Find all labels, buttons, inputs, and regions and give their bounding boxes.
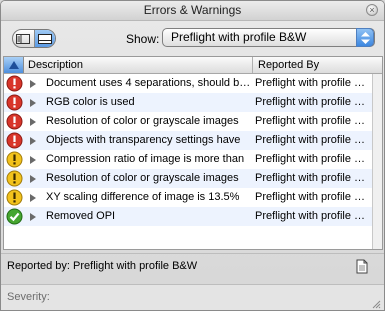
close-button[interactable]: × [366, 4, 378, 16]
row-reported-by: Preflight with profile B&W [255, 191, 372, 203]
disclosure-triangle-icon[interactable] [30, 80, 36, 88]
row-reported-by: Preflight with profile B&W [255, 77, 372, 89]
row-reported-by: Preflight with profile B&W [255, 210, 372, 222]
disclosure-triangle-icon[interactable] [30, 213, 36, 221]
view-mode-segmented-control [12, 29, 56, 48]
error-icon [6, 94, 23, 111]
severity-label: Severity: [7, 291, 50, 303]
disclosure-triangle-icon[interactable] [30, 175, 36, 183]
reported-by-text: Reported by: Preflight with profile B&W [7, 260, 198, 272]
toolbar: Show: Preflight with profile B&W [1, 21, 384, 55]
list-view-icon [16, 33, 31, 44]
severity-sort-column[interactable] [4, 57, 24, 73]
sort-ascending-icon [9, 61, 19, 69]
vertical-scrollbar[interactable] [372, 74, 382, 249]
table-row[interactable]: Objects with transparency settings have … [4, 131, 372, 150]
updown-arrows-icon [361, 32, 370, 44]
row-description: Resolution of color or grayscale images [46, 115, 239, 127]
table-row[interactable]: Resolution of color or grayscale images … [4, 169, 372, 188]
severity-bar: Severity: [1, 284, 384, 310]
disclosure-triangle-icon[interactable] [30, 118, 36, 126]
list-view-button[interactable] [13, 30, 34, 47]
show-filter-value: Preflight with profile B&W [171, 30, 307, 44]
row-reported-by: Preflight with profile B&W [255, 115, 372, 127]
row-reported-by: Preflight with profile B&W [255, 153, 372, 165]
error-icon [6, 113, 23, 130]
table-row[interactable]: Document uses 4 separations, should be 1… [4, 74, 372, 93]
reported-by-column-header[interactable]: Reported By [258, 57, 319, 73]
checkmark-icon [6, 208, 23, 225]
details-reported-by-bar: Reported by: Preflight with profile B&W [1, 253, 384, 280]
title-bar[interactable]: Errors & Warnings × [1, 1, 384, 21]
show-label: Show: [126, 32, 160, 46]
show-filter-popup[interactable]: Preflight with profile B&W [162, 28, 375, 47]
row-description: Objects with transparency settings have [46, 134, 241, 146]
error-icon [6, 132, 23, 149]
resize-grip-icon[interactable] [371, 299, 381, 309]
row-description: Document uses 4 separations, should be 1… [46, 77, 254, 89]
row-description: Removed OPI [46, 210, 116, 222]
disclosure-triangle-icon[interactable] [30, 194, 36, 202]
row-description: XY scaling difference of image is 13.5% [46, 191, 240, 203]
document-icon[interactable] [356, 259, 368, 274]
row-description: RGB color is used [46, 96, 135, 108]
row-reported-by: Preflight with profile B&W [255, 172, 372, 184]
disclosure-triangle-icon[interactable] [30, 99, 36, 107]
table-row[interactable]: XY scaling difference of image is 13.5% … [4, 188, 372, 207]
popup-arrows [356, 28, 374, 47]
table-header: Description Reported By [4, 57, 382, 74]
disclosure-triangle-icon[interactable] [30, 156, 36, 164]
table-body: Document uses 4 separations, should be 1… [4, 74, 372, 226]
detail-view-icon [37, 33, 52, 44]
error-icon [6, 75, 23, 92]
row-reported-by: Preflight with profile B&W [255, 96, 372, 108]
window-title: Errors & Warnings [143, 3, 242, 17]
row-description: Compression ratio of image is more than [46, 153, 245, 165]
table-row[interactable]: Resolution of color or grayscale images … [4, 112, 372, 131]
row-description: Resolution of color or grayscale images [46, 172, 239, 184]
warning-icon [6, 170, 23, 187]
detail-view-button[interactable] [33, 30, 55, 47]
warning-icon [6, 189, 23, 206]
close-icon: × [369, 5, 375, 15]
warning-icon [6, 151, 23, 168]
table-row[interactable]: Removed OPI Preflight with profile B&W [4, 207, 372, 226]
table-row[interactable]: Compression ratio of image is more than … [4, 150, 372, 169]
errors-table: Description Reported By Document uses 4 … [3, 56, 383, 250]
errors-warnings-window: Errors & Warnings × Show: Preflight with… [0, 0, 385, 311]
table-row[interactable]: RGB color is used Preflight with profile… [4, 93, 372, 112]
disclosure-triangle-icon[interactable] [30, 137, 36, 145]
description-column-header[interactable]: Description [28, 57, 253, 73]
row-reported-by: Preflight with profile B&W [255, 134, 372, 146]
